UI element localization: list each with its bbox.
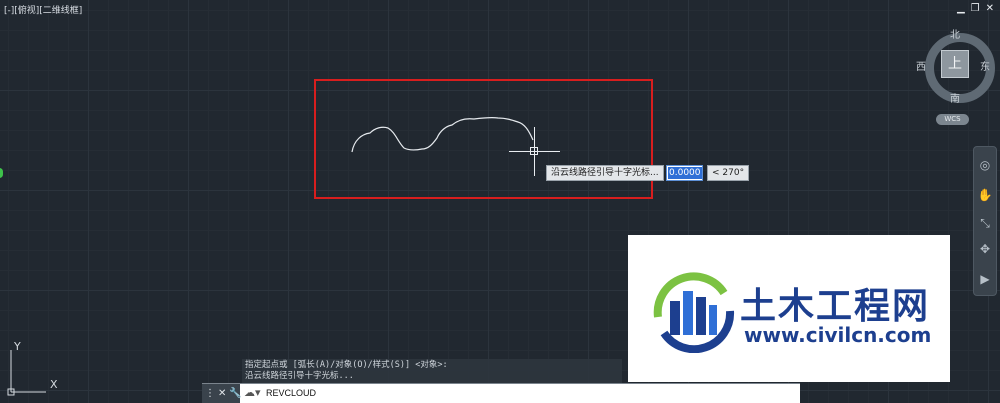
ucs-icon: Y X — [6, 340, 66, 396]
close-command-line-button[interactable]: ✕ — [218, 388, 226, 399]
command-history-line: 沿云线路径引导十字光标... — [245, 371, 354, 381]
watermark: 土木工程网 www.civilcn.com — [628, 235, 950, 382]
ucs-y-label: Y — [14, 340, 21, 353]
dynamic-input-angle[interactable]: < 270° — [707, 165, 750, 181]
command-history-line: 指定起点或 [弧长(A)/对象(O)/样式(S)] <对象>: — [245, 360, 448, 370]
watermark-url: www.civilcn.com — [744, 323, 932, 347]
distance-value: 0.0000 — [668, 167, 702, 179]
watermark-logo — [653, 272, 735, 353]
command-line[interactable]: ⋮ ✕ 🔧 ☁▾ REVCLOUD — [202, 383, 800, 403]
crosshair-pickbox — [530, 147, 538, 155]
watermark-title: 土木工程网 — [740, 286, 931, 327]
command-history: 指定起点或 [弧长(A)/对象(O)/样式(S)] <对象>: 沿云线路径引导十… — [242, 359, 622, 383]
ucs-x-label: X — [50, 378, 58, 391]
dynamic-input-prompt: 沿云线路径引导十字光标... — [546, 165, 664, 181]
grip-icon[interactable]: ⋮ — [205, 388, 215, 399]
recent-commands-icon[interactable]: ☁▾ — [244, 386, 261, 399]
command-input[interactable]: REVCLOUD — [266, 388, 316, 398]
dynamic-input-distance-field[interactable]: 0.0000 — [666, 165, 703, 181]
command-line-tools: ⋮ ✕ 🔧 — [202, 384, 242, 403]
customize-icon[interactable]: 🔧 — [229, 388, 241, 399]
highlight-annotation-box — [314, 79, 653, 199]
